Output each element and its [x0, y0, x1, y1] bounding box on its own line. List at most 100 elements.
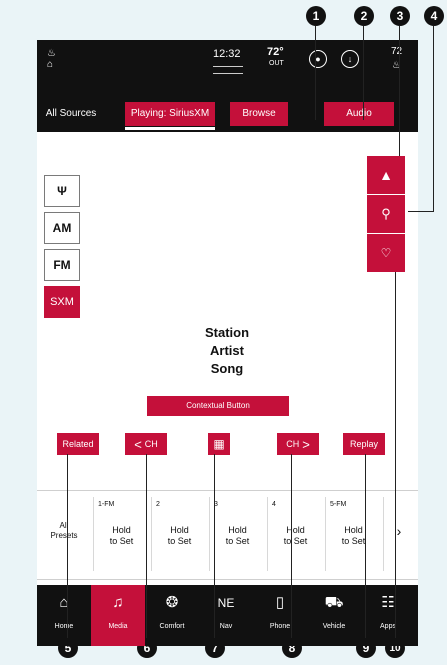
- callout-6-line: [146, 454, 147, 638]
- callout-9-line: [365, 454, 366, 638]
- all-presets-label-1: All: [59, 521, 69, 530]
- music-note-icon: ♫: [112, 594, 124, 611]
- presets-next-button[interactable]: ›: [383, 497, 414, 571]
- callout-2: 2: [354, 6, 374, 26]
- station-name: Station: [204, 325, 250, 340]
- head-unit-screen: ♨ ⌂ 12:32 72° OUT ● ↓ 72 ♨ All Sources Pl…: [37, 40, 418, 646]
- band-usb-button[interactable]: Ψ: [44, 175, 80, 207]
- climate-icon: ❂: [165, 594, 179, 611]
- channel-prev-label: CH: [144, 439, 158, 449]
- nav-label: Comfort: [159, 623, 185, 630]
- chevron-right-icon: ›: [396, 523, 402, 539]
- status-bar: ♨ ⌂ 12:32 72° OUT ● ↓ 72 ♨: [37, 40, 418, 92]
- handle-icon[interactable]: [213, 66, 243, 74]
- callout-10-line: [395, 272, 396, 638]
- home-icon: ⌂: [59, 594, 69, 611]
- nav-label: Nav: [219, 623, 233, 630]
- tab-playing-label: Playing: SiriusXM: [130, 108, 210, 119]
- callout-1-line: [315, 26, 316, 120]
- favorite-button[interactable]: ♡: [367, 234, 405, 272]
- nav-label: Media: [108, 623, 128, 630]
- usb-icon: Ψ: [57, 184, 67, 198]
- callout-2-line: [363, 26, 364, 120]
- band-fm-button[interactable]: FM: [44, 249, 80, 281]
- preset-hold-label: Hold to Set: [341, 525, 366, 546]
- apps-grid-icon: ☷: [381, 594, 395, 611]
- nav-label: Home: [54, 623, 74, 630]
- band-am-button[interactable]: AM: [44, 212, 80, 244]
- preset-5[interactable]: 5-FM Hold to Set: [325, 497, 381, 571]
- callout-5-line: [67, 454, 68, 638]
- phone-icon: ▯: [275, 594, 285, 611]
- preset-number: 5-FM: [330, 501, 347, 508]
- outside-temp-label: OUT: [269, 60, 284, 67]
- hat-icon: ▲: [379, 167, 393, 183]
- callout-3: 3: [390, 6, 410, 26]
- now-playing: Station Artist Song: [157, 324, 297, 378]
- chevron-right-icon: >: [302, 436, 310, 452]
- nav-label: Apps: [380, 623, 396, 630]
- clock: 12:32: [213, 48, 241, 60]
- preset-3[interactable]: 3 Hold to Set: [209, 497, 265, 571]
- source-bar: All Sources Playing: SiriusXM Browse Aud…: [37, 92, 418, 132]
- callout-1: 1: [306, 6, 326, 26]
- compass-icon: NE: [217, 596, 235, 610]
- preset-number: 1-FM: [98, 501, 115, 508]
- callout-8-line: [291, 454, 292, 638]
- direct-tune-button[interactable]: ▦: [208, 433, 230, 455]
- all-presets-label-2: Presets: [50, 531, 78, 540]
- passenger-temp: 72: [391, 46, 403, 57]
- callout-7-line: [214, 454, 215, 638]
- nav-media[interactable]: ♫ Media: [91, 585, 145, 646]
- song-title: Song: [210, 361, 244, 376]
- sound-adjust-button[interactable]: ▲: [367, 156, 405, 194]
- tab-audio[interactable]: Audio: [324, 102, 394, 126]
- channel-prev-button[interactable]: < CH: [125, 433, 167, 455]
- channel-next-button[interactable]: CH >: [277, 433, 319, 455]
- replay-button[interactable]: Replay: [343, 433, 385, 455]
- preset-hold-label: Hold to Set: [167, 525, 192, 546]
- tab-all-sources[interactable]: All Sources: [41, 102, 101, 126]
- all-presets-button[interactable]: All Presets: [41, 497, 87, 571]
- contextual-button[interactable]: Contextual Button: [147, 396, 289, 416]
- bottom-nav-bar: ⌂ Home ♫ Media ❂ Comfort NE Nav ▯ Phone …: [37, 585, 418, 646]
- preset-4[interactable]: 4 Hold to Set: [267, 497, 323, 571]
- artist-name: Artist: [210, 343, 244, 358]
- channel-next-label: CH: [286, 439, 300, 449]
- keypad-icon: ▦: [213, 437, 225, 451]
- preset-number: 2: [156, 501, 160, 508]
- preset-hold-label: Hold to Set: [225, 525, 250, 546]
- chevron-left-icon: <: [134, 436, 142, 452]
- search-button[interactable]: ⚲: [367, 195, 405, 233]
- nav-vehicle[interactable]: ⛟ Vehicle: [307, 585, 361, 646]
- nav-comfort[interactable]: ❂ Comfort: [145, 585, 199, 646]
- seat-heat-icon[interactable]: ♨ ⌂: [47, 48, 71, 70]
- callout-4-line-h: [408, 211, 434, 212]
- preset-hold-label: Hold to Set: [109, 525, 134, 546]
- search-icon: ⚲: [381, 206, 391, 221]
- nav-apps[interactable]: ☷ Apps: [361, 585, 415, 646]
- preset-2[interactable]: 2 Hold to Set: [151, 497, 207, 571]
- vehicle-icon: ⛟: [324, 594, 344, 611]
- download-icon[interactable]: ↓: [341, 50, 359, 68]
- callout-3-line: [399, 26, 400, 156]
- preset-number: 4: [272, 501, 276, 508]
- tab-browse[interactable]: Browse: [230, 102, 288, 126]
- nav-label: Phone: [269, 623, 291, 630]
- nav-home[interactable]: ⌂ Home: [37, 585, 91, 646]
- related-button[interactable]: Related: [57, 433, 99, 455]
- driver-profile-icon[interactable]: ●: [309, 50, 327, 68]
- preset-1[interactable]: 1-FM Hold to Set: [93, 497, 149, 571]
- preset-bar: All Presets 1-FM Hold to Set 2 Hold to Set…: [37, 490, 418, 580]
- preset-hold-label: Hold to Set: [283, 525, 308, 546]
- callout-4: 4: [424, 6, 444, 26]
- nav-nav[interactable]: NE Nav: [199, 585, 253, 646]
- nav-label: Vehicle: [322, 623, 346, 630]
- tab-selected-indicator: [125, 127, 215, 130]
- callout-4-line-v: [433, 26, 434, 212]
- favorite-icon: ♡: [380, 246, 392, 260]
- nav-phone[interactable]: ▯ Phone: [253, 585, 307, 646]
- tab-playing-siriusxm[interactable]: Playing: SiriusXM: [125, 102, 215, 130]
- band-sxm-button[interactable]: SXM: [44, 286, 80, 318]
- outside-temp: 72°: [267, 46, 284, 58]
